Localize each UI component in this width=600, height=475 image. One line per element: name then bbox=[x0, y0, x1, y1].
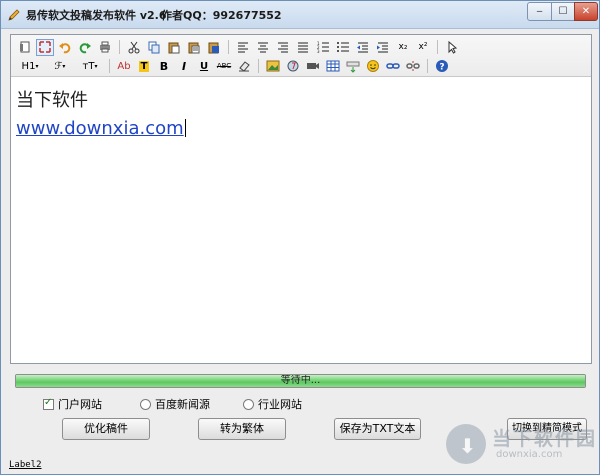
toolbar-separator bbox=[258, 59, 259, 73]
link-icon[interactable] bbox=[384, 58, 402, 75]
insert-row-icon[interactable] bbox=[344, 58, 362, 75]
paste-word-icon[interactable] bbox=[205, 39, 223, 56]
pencil-icon bbox=[8, 9, 20, 21]
watermark-subtitle: downxia.com bbox=[496, 449, 563, 460]
strikethrough-button[interactable]: ABC bbox=[215, 58, 233, 75]
download-logo-icon: ⬇ bbox=[446, 424, 486, 464]
close-button[interactable]: ✕ bbox=[574, 2, 598, 21]
optimize-button[interactable]: 优化稿件 bbox=[62, 418, 150, 440]
rich-text-editor[interactable]: 123 x₂ x² H1 ▾ ℱ ▾ тT ▾ Ab T B I U ABC ?… bbox=[10, 34, 592, 364]
flash-icon[interactable] bbox=[284, 58, 302, 75]
author-qq: 作者QQ：992677552 bbox=[161, 9, 282, 22]
size-label: тT bbox=[82, 60, 95, 72]
checkbox-box[interactable] bbox=[43, 397, 54, 410]
download-arrow-icon: ⬇ bbox=[459, 434, 476, 458]
toolbar-row-1: 123 x₂ x² bbox=[16, 38, 461, 56]
highlight-icon[interactable]: T bbox=[135, 58, 153, 75]
image-icon[interactable] bbox=[264, 58, 282, 75]
underline-button[interactable]: U bbox=[195, 58, 213, 75]
title-bar[interactable]: 易传软文投稿发布软件 v2.6 作者QQ：992677552 ‒ ☐ ✕ bbox=[1, 1, 599, 29]
toolbar-separator bbox=[119, 40, 120, 54]
align-left-icon[interactable] bbox=[234, 39, 252, 56]
print-icon[interactable] bbox=[96, 39, 114, 56]
heading-label: H1 bbox=[21, 60, 36, 72]
app-window: 易传软文投稿发布软件 v2.6 作者QQ：992677552 ‒ ☐ ✕ 1 2… bbox=[0, 0, 600, 475]
outdent-icon[interactable] bbox=[354, 39, 372, 56]
watermark-title: 当下软件园 bbox=[492, 428, 598, 450]
italic-button[interactable]: I bbox=[175, 58, 193, 75]
industry-radio[interactable]: 行业网站 bbox=[243, 397, 302, 411]
align-right-icon[interactable] bbox=[274, 39, 292, 56]
font-size-dropdown[interactable]: тT ▾ bbox=[76, 58, 104, 75]
bold-button[interactable]: B bbox=[155, 58, 173, 75]
status-label: Label2 bbox=[9, 460, 42, 470]
toolbar-separator bbox=[437, 40, 438, 54]
unordered-list-icon[interactable] bbox=[334, 39, 352, 56]
toolbar-separator bbox=[109, 59, 110, 73]
progress-bar: 等待中... bbox=[15, 374, 586, 388]
superscript-icon[interactable]: x² bbox=[414, 39, 432, 56]
font-family-dropdown[interactable]: ℱ ▾ bbox=[46, 58, 74, 75]
content-heading: 当下软件 bbox=[16, 90, 88, 111]
help-icon[interactable]: ? bbox=[433, 58, 451, 75]
convert-traditional-button[interactable]: 转为繁体 bbox=[198, 418, 286, 440]
content-link[interactable]: www.downxia.com bbox=[16, 118, 184, 139]
baidu-radio[interactable]: 百度新闻源 bbox=[140, 397, 210, 411]
editor-toolbar: 123 x₂ x² H1 ▾ ℱ ▾ тT ▾ Ab T B I U ABC ? bbox=[11, 35, 591, 77]
cut-icon[interactable] bbox=[125, 39, 143, 56]
save-txt-button[interactable]: 保存为TXT文本 bbox=[334, 418, 421, 440]
eraser-icon[interactable] bbox=[235, 58, 253, 75]
undo-icon[interactable] bbox=[56, 39, 74, 56]
chevron-down-icon: ▾ bbox=[62, 62, 66, 70]
radio-circle[interactable] bbox=[140, 398, 151, 410]
redo-icon[interactable] bbox=[76, 39, 94, 56]
maximize-button[interactable]: ☐ bbox=[551, 2, 575, 21]
align-center-icon[interactable] bbox=[254, 39, 272, 56]
pointer-icon[interactable] bbox=[443, 39, 461, 56]
paste-icon[interactable] bbox=[165, 39, 183, 56]
minimize-button[interactable]: ‒ bbox=[527, 2, 552, 21]
ordered-list-icon[interactable]: 123 bbox=[314, 39, 332, 56]
justify-icon[interactable] bbox=[294, 39, 312, 56]
chevron-down-icon: ▾ bbox=[35, 62, 39, 70]
indent-icon[interactable] bbox=[374, 39, 392, 56]
editor-content[interactable]: 当下软件 www.downxia.com bbox=[11, 78, 591, 363]
toolbar-separator bbox=[427, 59, 428, 73]
toolbar-separator bbox=[228, 40, 229, 54]
text-caret bbox=[184, 119, 186, 137]
radio-circle[interactable] bbox=[243, 398, 254, 410]
svg-text:3: 3 bbox=[317, 49, 320, 54]
unlink-icon[interactable] bbox=[404, 58, 422, 75]
subscript-icon[interactable]: x₂ bbox=[394, 39, 412, 56]
portal-checkbox[interactable]: 门户网站 bbox=[43, 397, 102, 411]
industry-label: 行业网站 bbox=[258, 398, 302, 411]
chevron-down-icon: ▾ bbox=[94, 62, 98, 70]
baidu-label: 百度新闻源 bbox=[155, 398, 210, 411]
svg-text:?: ? bbox=[439, 63, 444, 73]
font-color-icon[interactable]: Ab bbox=[115, 58, 133, 75]
copy-icon[interactable] bbox=[145, 39, 163, 56]
paste-text-icon[interactable] bbox=[185, 39, 203, 56]
source-icon[interactable] bbox=[16, 39, 34, 56]
portal-label: 门户网站 bbox=[58, 398, 102, 411]
table-icon[interactable] bbox=[324, 58, 342, 75]
watermark: ⬇ 当下软件园 downxia.com bbox=[446, 421, 596, 466]
progress-status: 等待中... bbox=[280, 375, 321, 386]
heading-dropdown[interactable]: H1 ▾ bbox=[16, 58, 44, 75]
emoticon-icon[interactable] bbox=[364, 58, 382, 75]
fullscreen-icon[interactable] bbox=[36, 38, 54, 56]
font-label: ℱ bbox=[54, 60, 63, 72]
highlight-t-glyph: T bbox=[138, 60, 150, 72]
media-icon[interactable] bbox=[304, 58, 322, 75]
window-title: 易传软文投稿发布软件 v2.6 bbox=[26, 9, 167, 22]
toolbar-row-2: H1 ▾ ℱ ▾ тT ▾ Ab T B I U ABC ? bbox=[16, 57, 451, 75]
